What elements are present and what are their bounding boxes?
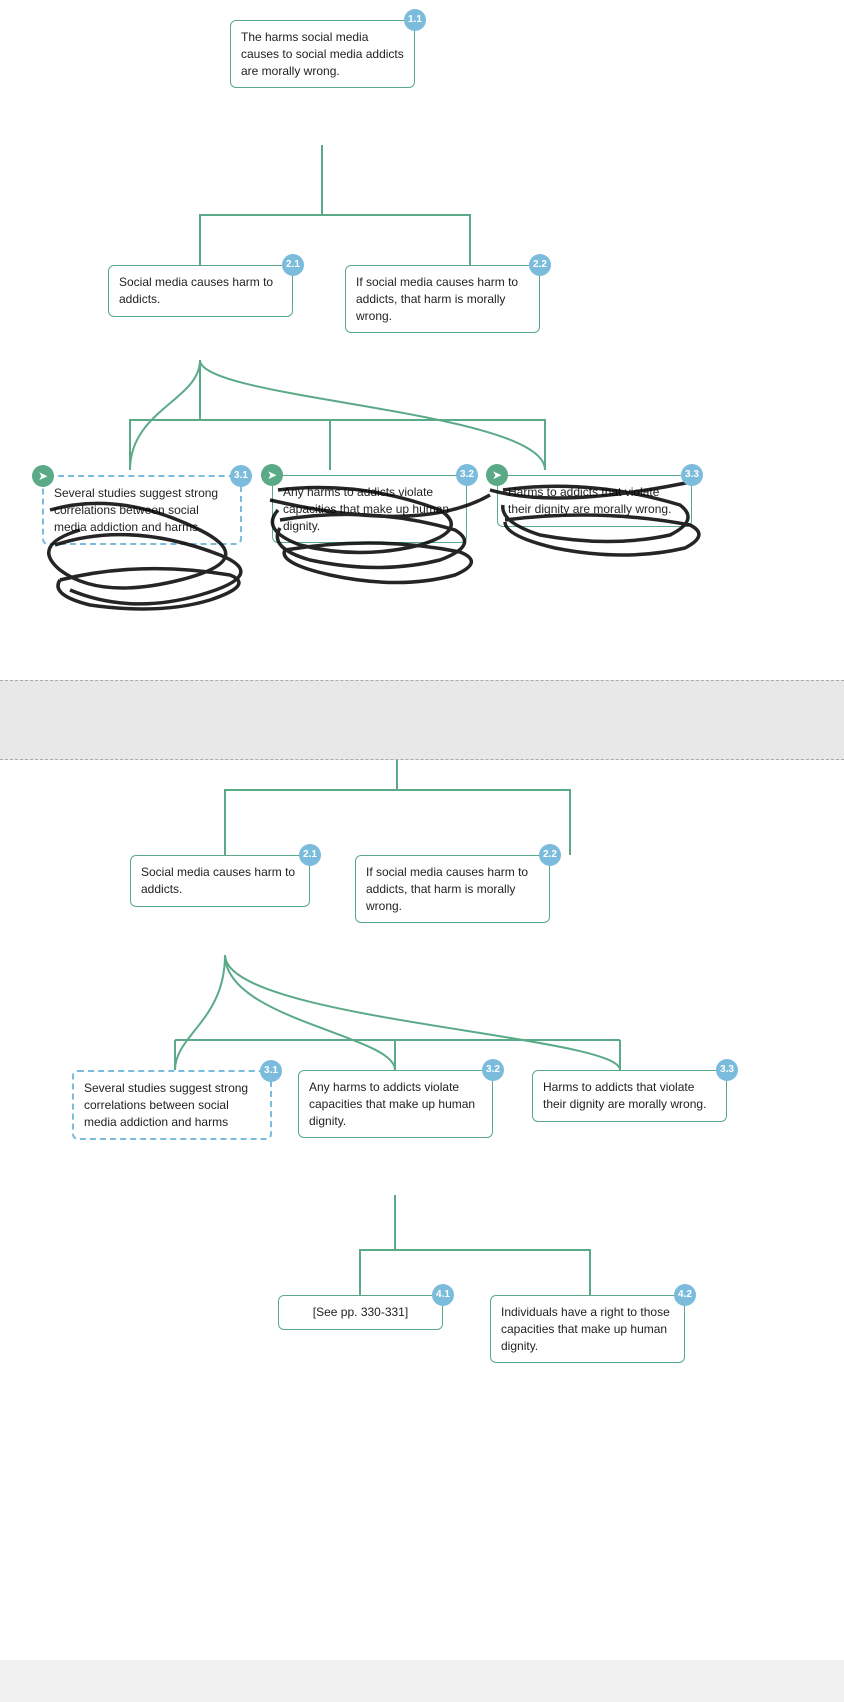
top-connectors bbox=[0, 0, 844, 680]
bot-node-4-1-text: [See pp. 330-331] bbox=[313, 1305, 408, 1319]
badge-3-1: 3.1 bbox=[230, 465, 252, 487]
bot-node-2-2[interactable]: 2.2 If social media causes harm to addic… bbox=[355, 855, 550, 923]
bot-badge-4-1: 4.1 bbox=[432, 1284, 454, 1306]
scribble-top bbox=[0, 0, 844, 680]
node-3-1[interactable]: 3.1 ➤ Several studies suggest strong cor… bbox=[42, 475, 242, 545]
arrow-3-2: ➤ bbox=[261, 464, 283, 486]
bot-node-3-2-text: Any harms to addicts violate capacities … bbox=[309, 1080, 475, 1128]
bot-node-3-1-text: Several studies suggest strong correlati… bbox=[84, 1081, 248, 1129]
bot-badge-3-1: 3.1 bbox=[260, 1060, 282, 1082]
badge-2-1: 2.1 bbox=[282, 254, 304, 276]
bot-badge-2-1: 2.1 bbox=[299, 844, 321, 866]
bottom-diagram: 2.1 Social media causes harm to addicts.… bbox=[0, 760, 844, 1660]
bot-badge-3-3: 3.3 bbox=[716, 1059, 738, 1081]
bot-node-4-2[interactable]: 4.2 Individuals have a right to those ca… bbox=[490, 1295, 685, 1363]
node-3-3-text: Harms to addicts that violate their dign… bbox=[508, 485, 671, 516]
node-1-1-text: The harms social media causes to social … bbox=[241, 30, 404, 78]
bot-node-3-1[interactable]: 3.1 Several studies suggest strong corre… bbox=[72, 1070, 272, 1140]
node-1-1[interactable]: 1.1 The harms social media causes to soc… bbox=[230, 20, 415, 88]
node-2-1-text: Social media causes harm to addicts. bbox=[119, 275, 273, 306]
badge-2-2: 2.2 bbox=[529, 254, 551, 276]
bot-badge-4-2: 4.2 bbox=[674, 1284, 696, 1306]
bot-badge-3-2: 3.2 bbox=[482, 1059, 504, 1081]
bot-node-2-1[interactable]: 2.1 Social media causes harm to addicts. bbox=[130, 855, 310, 907]
node-3-3[interactable]: 3.3 ➤ Harms to addicts that violate thei… bbox=[497, 475, 692, 527]
bot-node-3-2[interactable]: 3.2 Any harms to addicts violate capacit… bbox=[298, 1070, 493, 1138]
bot-badge-2-2: 2.2 bbox=[539, 844, 561, 866]
badge-1-1: 1.1 bbox=[404, 9, 426, 31]
top-diagram: 1.1 The harms social media causes to soc… bbox=[0, 0, 844, 680]
bot-node-2-1-text: Social media causes harm to addicts. bbox=[141, 865, 295, 896]
badge-3-2: 3.2 bbox=[456, 464, 478, 486]
node-3-1-text: Several studies suggest strong correlati… bbox=[54, 486, 218, 534]
arrow-3-1: ➤ bbox=[32, 465, 54, 487]
bot-node-4-2-text: Individuals have a right to those capaci… bbox=[501, 1305, 670, 1353]
bot-node-2-2-text: If social media causes harm to addicts, … bbox=[366, 865, 528, 913]
node-3-2[interactable]: 3.2 ➤ Any harms to addicts violate capac… bbox=[272, 475, 467, 543]
node-3-2-text: Any harms to addicts violate capacities … bbox=[283, 485, 449, 533]
bot-node-3-3-text: Harms to addicts that violate their dign… bbox=[543, 1080, 706, 1111]
arrow-3-3: ➤ bbox=[486, 464, 508, 486]
node-2-2-text: If social media causes harm to addicts, … bbox=[356, 275, 518, 323]
bot-node-3-3[interactable]: 3.3 Harms to addicts that violate their … bbox=[532, 1070, 727, 1122]
node-2-1[interactable]: 2.1 Social media causes harm to addicts. bbox=[108, 265, 293, 317]
divider bbox=[0, 680, 844, 760]
badge-3-3: 3.3 bbox=[681, 464, 703, 486]
bot-node-4-1[interactable]: 4.1 [See pp. 330-331] bbox=[278, 1295, 443, 1330]
node-2-2[interactable]: 2.2 If social media causes harm to addic… bbox=[345, 265, 540, 333]
